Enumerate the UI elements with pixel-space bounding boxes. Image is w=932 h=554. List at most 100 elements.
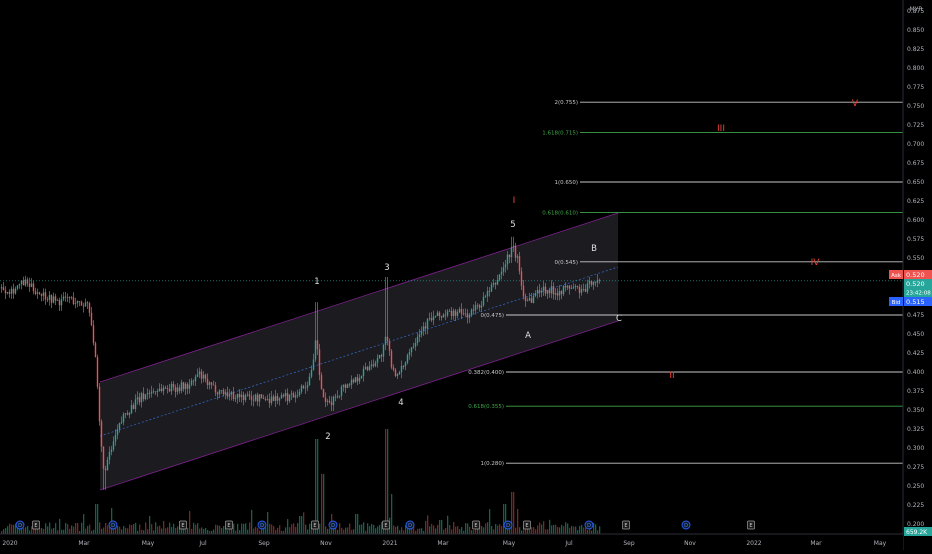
volume-bar [175,527,177,534]
candle-body [58,300,61,306]
candle-body [124,413,127,415]
wave-label-i[interactable]: I [513,196,516,206]
candle-body [512,245,515,248]
volume-bar [283,530,285,534]
candle-body [396,374,399,377]
volume-bar [377,526,379,534]
wave-label-c[interactable]: C [616,314,622,324]
candle-body [270,396,273,404]
candle-body [364,367,367,369]
candle-body [176,387,179,392]
volume-bar [555,524,557,534]
wave-label-iv[interactable]: IV [811,258,821,268]
wave-label-4[interactable]: 4 [398,398,403,408]
volume-bar [31,526,33,534]
candle-body [596,279,599,283]
volume-bar [125,527,127,534]
candle-body [316,340,319,350]
candle-body [426,319,429,329]
candle-body [202,374,205,379]
volume-bar [201,527,203,534]
candle-body [302,385,305,388]
candle-body [440,316,443,318]
candle-body [558,291,561,296]
volume-bar [117,525,119,534]
candle-body [352,379,355,383]
candle-body [68,297,71,299]
candle-body [578,286,581,293]
volume-value: 659.2K [906,529,928,536]
candle-body [362,368,365,376]
time-tick-label: Mar [437,540,449,547]
volume-bar [257,528,259,534]
volume-bar [427,515,429,534]
wave-label-1[interactable]: 1 [314,277,319,287]
candle-body [482,296,485,306]
candle-body [322,389,325,398]
volume-bar [447,515,449,534]
candle-body [460,309,463,314]
price-tick-label: 0.375 [907,388,924,395]
candle-body [16,285,19,289]
volume-bar [245,523,247,534]
volume-bar [395,526,397,534]
candle-body [126,413,129,415]
volume-bar [445,527,447,534]
wave-label-3[interactable]: 3 [384,263,389,273]
candle-body [582,288,585,290]
volume-bar [449,525,451,534]
volume-bar [547,529,549,534]
candle-body [62,296,65,300]
candle-body [184,383,187,390]
candle-body [554,293,557,295]
volume-bar [9,523,11,534]
fib-level-label: 2(0.755) [554,100,578,106]
time-axis[interactable] [0,534,903,550]
candle-body [372,364,375,366]
wave-label-5[interactable]: 5 [510,220,515,230]
candle-body [4,290,7,294]
candle-body [444,314,447,316]
candle-body [264,398,267,400]
chart-window[interactable]: 2(0.755) 1.618(0.715) 1(0.650) 0.618(0.610)… [0,0,932,550]
candle-body [386,336,389,342]
wave-label-2[interactable]: 2 [325,432,330,442]
wave-label-ii[interactable]: II [669,371,674,381]
volume-bar [561,524,563,534]
candle-body [158,388,161,392]
time-tick-label: Sep [623,540,635,547]
candle-body [160,388,163,392]
candle-body [502,267,505,272]
volume-bar [517,509,519,534]
candle-body [532,295,535,303]
wave-label-v[interactable]: V [852,99,859,109]
candle-body [30,283,33,287]
volume-bar [321,474,323,534]
wave-label-iii[interactable]: III [717,124,725,134]
candle-body [438,312,441,317]
wave-label-a[interactable]: A [525,331,531,341]
candle-body [536,290,539,294]
dividend-marker-label: D [506,523,510,529]
price-chart[interactable]: 2(0.755) 1.618(0.715) 1(0.650) 0.618(0.610)… [0,0,932,550]
candle-body [100,421,103,447]
candle-body [142,393,145,400]
price-tick-label: 0.250 [907,483,924,490]
candle-body [20,280,23,285]
volume-bar [7,526,9,534]
candle-body [56,300,59,302]
volume-bar [197,523,199,534]
volume-bar [513,492,515,534]
price-tick-label: 0.225 [907,502,924,509]
candle-body [284,392,287,397]
candle-body [340,386,343,396]
volume-bar [275,529,277,534]
volume-bar [343,529,345,534]
candle-body [432,316,435,321]
price-tick-label: 0.400 [907,369,924,376]
wave-label-b[interactable]: B [591,244,597,254]
volume-bar [277,527,279,534]
volume-bar [217,525,219,534]
candle-body [590,281,593,285]
candle-body [468,315,471,318]
